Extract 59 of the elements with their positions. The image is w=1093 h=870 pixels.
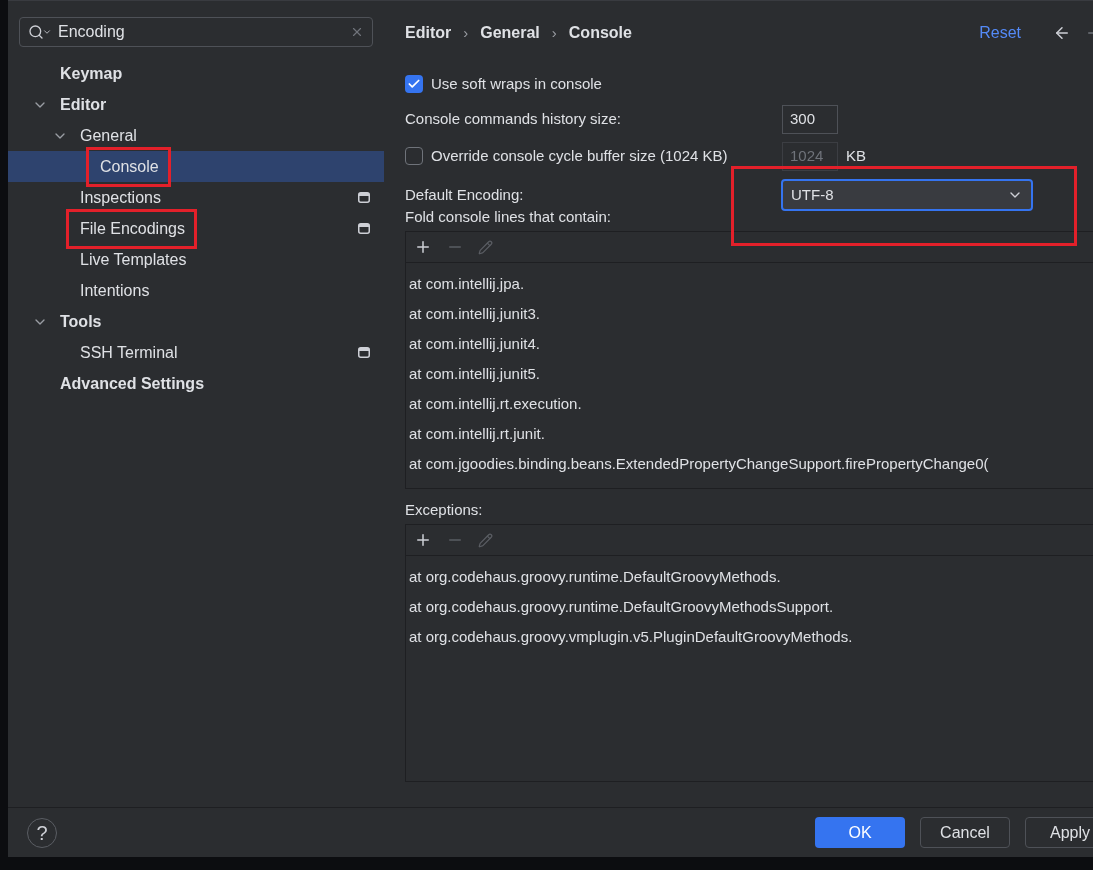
checkbox-label: Use soft wraps in console [431,73,602,94]
search-icon [28,24,44,40]
check-icon [407,77,421,91]
checkbox[interactable] [405,75,423,93]
unit-label: KB [846,145,866,166]
breadcrumb-separator: › [551,22,557,43]
dialog-button[interactable]: Cancel [920,817,1010,848]
breadcrumb-item: General [480,23,540,43]
breadcrumb-item: Console [568,23,632,43]
tree-label: Live Templates [80,250,187,268]
setting-label: Console commands history size: [405,108,622,129]
number-field[interactable]: 300 [782,104,838,134]
list-item[interactable]: at org.codehaus.groovy.vmplugin.v5.PluginDefaultGroovyMethods. [406,622,1093,652]
tree-label: Advanced Settings [60,374,205,392]
checkbox[interactable] [405,147,423,165]
list-item[interactable]: at com.intellij.rt.execution. [406,389,1093,419]
tree-label: Keymap [60,64,123,82]
caret-icon [42,27,52,37]
tree-label: Editor [60,95,107,113]
list-item[interactable]: at org.codehaus.groovy.runtime.DefaultGroovyMethods. [406,562,1093,592]
add-icon[interactable] [414,238,432,256]
tree-label: Intentions [80,281,150,299]
tree-item[interactable]: Editor [8,89,384,120]
list-label: Fold console lines that contain: [405,207,612,228]
tree-item[interactable]: Advanced Settings [8,368,384,399]
reset-link[interactable]: Reset [979,21,1021,45]
tree-label: General [80,126,137,144]
add-icon[interactable] [414,531,432,549]
checkbox-label: Override console cycle buffer size (1024 KB) [431,145,728,166]
breadcrumb-separator: › [463,22,469,43]
tree-item[interactable]: SSH Terminal [8,337,384,368]
setting-label: Default Encoding: [405,184,525,205]
list-item[interactable]: at com.intellij.junit5. [406,359,1093,389]
clear-icon[interactable] [350,25,364,39]
list-item[interactable]: at com.jgoodies.binding.beans.ExtendedPropertyChangeSupport.firePropertyChange0( [406,449,1093,479]
dialog-button[interactable]: Apply [1025,817,1093,848]
list-item[interactable]: at org.codehaus.groovy.runtime.DefaultGroovyMethodsSupport. [406,592,1093,622]
back-icon[interactable] [1053,24,1071,42]
tree-item[interactable]: Inspections [8,182,384,213]
tree-label: File Encodings [80,219,185,237]
primary-button[interactable]: OK [815,817,905,848]
tree-label: Inspections [80,188,161,206]
list-item[interactable]: at com.intellij.junit3. [406,299,1093,329]
tree-item[interactable]: Tools [8,306,384,337]
tree-item[interactable]: Keymap [8,58,384,89]
list-label: Exceptions: [405,500,484,521]
breadcrumb-item: Editor [405,23,452,43]
tree-item[interactable]: Intentions [8,275,384,306]
tree-item[interactable]: File Encodings [8,213,384,244]
tree-label: Console [100,157,159,175]
tree-label: SSH Terminal [80,343,178,361]
list-item[interactable]: at com.intellij.junit4. [406,329,1093,359]
tree-label: Tools [60,312,102,330]
list-item[interactable]: at com.intellij.rt.junit. [406,419,1093,449]
search-field[interactable]: Encoding [19,17,373,47]
tree-item[interactable]: Live Templates [8,244,384,275]
tree-item[interactable]: General [8,120,384,151]
list-item[interactable]: at com.intellij.jpa. [406,269,1093,299]
encoding-dropdown[interactable]: UTF-8 [781,179,1033,211]
